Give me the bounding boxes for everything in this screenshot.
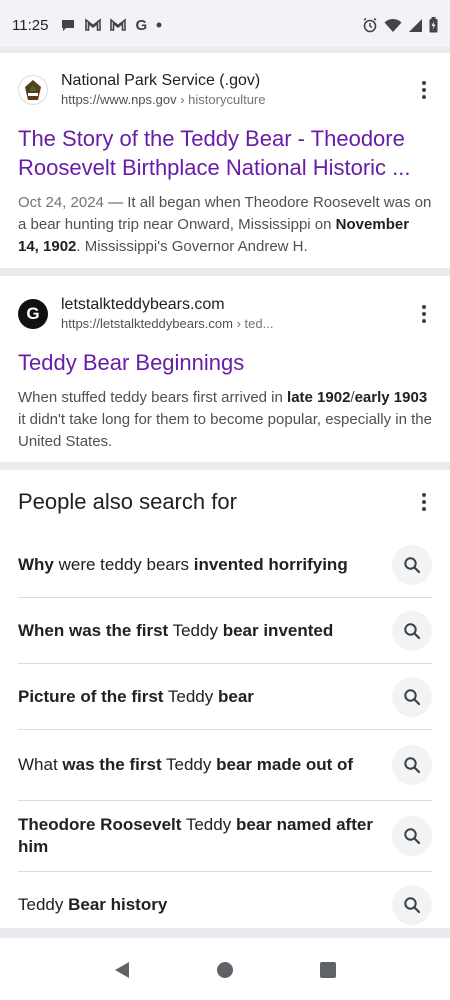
related-search-text: When was the first Teddy bear invented	[18, 620, 334, 640]
search-icon[interactable]	[392, 745, 432, 785]
status-bar: 11:25 G	[0, 0, 450, 50]
back-icon[interactable]	[102, 950, 142, 990]
result-snippet: When stuffed teddy bears first arrived i…	[18, 389, 432, 450]
signal-icon	[408, 18, 423, 33]
divider-band	[0, 928, 450, 938]
system-nav-bar	[0, 940, 450, 1000]
status-time: 11:25	[12, 16, 49, 34]
related-search-text: Teddy Bear history	[18, 895, 168, 914]
result-snippet: Oct 24, 2024 — It all began when Theodor…	[18, 194, 432, 255]
related-search-text: What was the first Teddy bear made out o…	[18, 755, 354, 774]
gmail-icon	[85, 18, 102, 32]
search-icon[interactable]	[392, 610, 432, 651]
more-options-icon[interactable]	[410, 298, 438, 330]
battery-icon	[429, 17, 438, 33]
result-source[interactable]: National Park Service (.gov) https://www…	[18, 68, 432, 112]
result-title-link[interactable]: Teddy Bear Beginnings	[18, 348, 432, 377]
result-title-link[interactable]: The Story of the Teddy Bear - Theodore R…	[18, 124, 432, 182]
related-search-text: Picture of the first Teddy bear	[18, 686, 254, 706]
site-url: https://letstalkteddybears.com › ted...	[61, 316, 274, 331]
nps-arrowhead-icon	[18, 75, 48, 105]
wifi-icon	[384, 18, 402, 33]
related-search-item[interactable]: What was the first Teddy bear made out o…	[18, 730, 432, 801]
related-search-text: Theodore Roosevelt Teddy bear named afte…	[18, 815, 373, 856]
google-icon: G	[135, 16, 148, 34]
more-options-icon[interactable]	[410, 486, 438, 518]
site-favicon: G	[18, 299, 48, 329]
alarm-icon	[362, 17, 378, 33]
related-search-item[interactable]: Why were teddy bears invented horrifying	[18, 532, 432, 598]
related-search-item[interactable]: Theodore Roosevelt Teddy bear named afte…	[18, 801, 432, 872]
related-search-item[interactable]: When was the first Teddy bear invented	[18, 598, 432, 664]
home-icon[interactable]	[205, 950, 245, 990]
search-result: G letstalkteddybears.com https://letstal…	[0, 292, 450, 453]
site-name: letstalkteddybears.com	[61, 296, 225, 313]
site-name: National Park Service (.gov)	[61, 72, 261, 89]
search-icon[interactable]	[392, 816, 432, 856]
result-source[interactable]: G letstalkteddybears.com https://letstal…	[18, 292, 432, 336]
more-options-icon[interactable]	[410, 74, 438, 106]
section-title: People also search for	[18, 489, 237, 514]
divider-band	[0, 268, 450, 276]
related-search-text: Why were teddy bears invented horrifying	[18, 554, 348, 574]
system-icons	[362, 17, 438, 33]
search-icon[interactable]	[392, 544, 432, 585]
related-searches-list: Why were teddy bears invented horrifying…	[18, 532, 432, 938]
chat-icon	[60, 17, 76, 33]
divider-band	[0, 47, 450, 53]
search-result: National Park Service (.gov) https://www…	[0, 68, 450, 258]
dot-icon	[156, 22, 162, 28]
search-icon[interactable]	[392, 885, 432, 925]
gmail-icon	[110, 18, 127, 32]
search-icon[interactable]	[392, 676, 432, 717]
divider-band	[0, 462, 450, 470]
recents-icon[interactable]	[308, 950, 348, 990]
notification-icons: G	[60, 17, 162, 34]
site-url: https://www.nps.gov › historyculture	[61, 92, 266, 107]
related-search-item[interactable]: Picture of the first Teddy bear	[18, 664, 432, 730]
people-also-search-section: People also search for Why were teddy be…	[0, 472, 450, 938]
